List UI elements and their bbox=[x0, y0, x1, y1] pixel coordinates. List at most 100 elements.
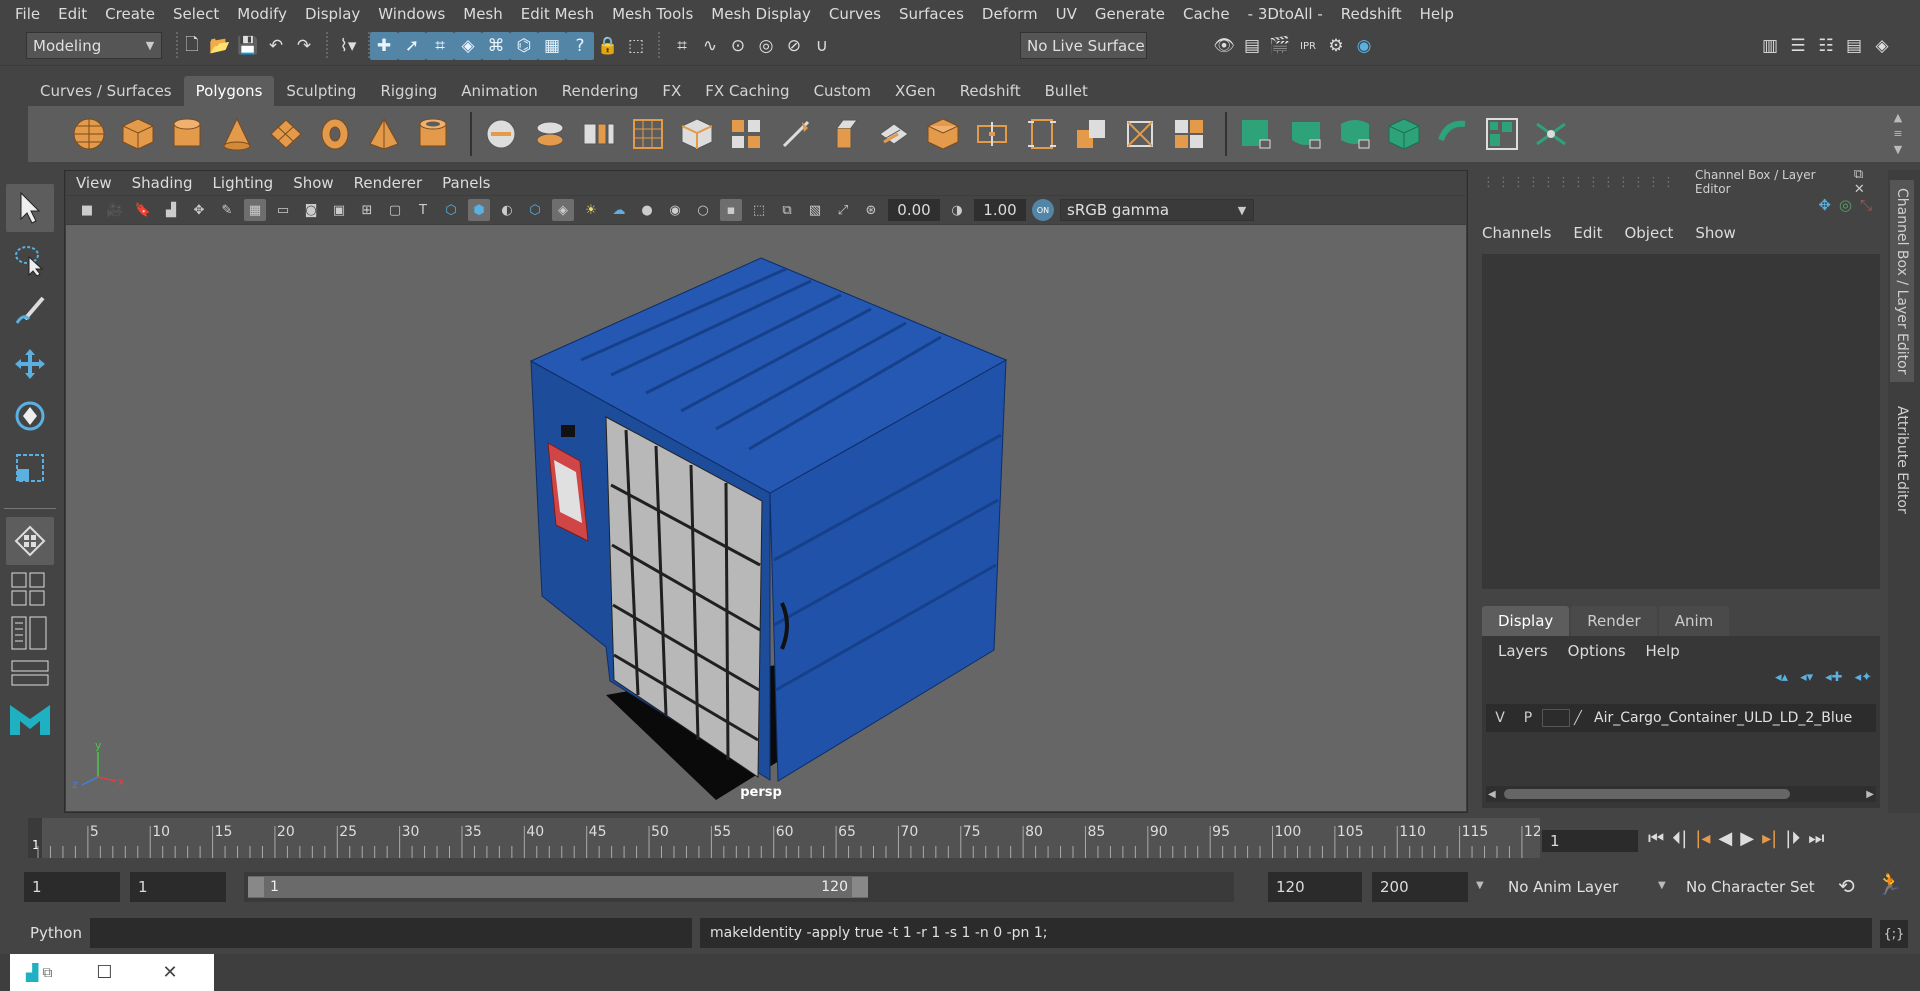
snap-grid-icon[interactable]: ⌗ bbox=[668, 32, 696, 60]
select-camera-icon[interactable]: ■ bbox=[76, 199, 98, 221]
poly-plane-icon[interactable] bbox=[265, 113, 307, 155]
highlight-selection-icon[interactable]: ⬚ bbox=[622, 32, 650, 60]
layer-color-swatch[interactable]: ╱ bbox=[1574, 711, 1594, 726]
separate-icon[interactable] bbox=[529, 113, 571, 155]
menu-edit[interactable]: Edit bbox=[49, 5, 96, 23]
current-frame-field[interactable]: 1 bbox=[1542, 830, 1638, 852]
layer-scrollbar[interactable]: ◀ ▶ bbox=[1486, 786, 1876, 802]
select-joints-icon[interactable]: ⌘ bbox=[482, 32, 510, 60]
layer-tab-display[interactable]: Display bbox=[1482, 606, 1570, 636]
scroll-left-icon[interactable]: ◀ bbox=[1488, 789, 1496, 800]
playback-start-field[interactable]: 1 bbox=[130, 872, 226, 902]
anim-layer-dropdown[interactable]: No Anim Layer bbox=[1502, 872, 1654, 902]
scale-tool[interactable] bbox=[6, 444, 54, 492]
undo-icon[interactable]: ↶ bbox=[262, 32, 290, 60]
resolution-gate-icon[interactable]: ◙ bbox=[300, 199, 322, 221]
snap-curve-icon[interactable]: ∿ bbox=[696, 32, 724, 60]
channel-box-menu-edit[interactable]: Edit bbox=[1573, 224, 1602, 242]
layer-menu-options[interactable]: Options bbox=[1568, 642, 1626, 660]
redo-icon[interactable]: ↷ bbox=[290, 32, 318, 60]
paint-select-tool[interactable] bbox=[6, 288, 54, 336]
color-space-dropdown[interactable]: sRGB gamma ▼ bbox=[1060, 199, 1254, 221]
merge-icon[interactable] bbox=[1070, 113, 1112, 155]
layer-playback-toggle[interactable]: P bbox=[1514, 710, 1542, 726]
last-tool-icon[interactable] bbox=[6, 517, 54, 565]
gamma-icon[interactable]: ◑ bbox=[946, 199, 968, 221]
save-scene-icon[interactable]: 💾 bbox=[234, 32, 262, 60]
combine-icon[interactable] bbox=[480, 113, 522, 155]
transform-axis-icon[interactable]: ✥ bbox=[1818, 196, 1831, 214]
shelf-tab-fx-caching[interactable]: FX Caching bbox=[693, 76, 801, 106]
time-slider[interactable]: 1 5 10 15 20 25 30 35 40 45 50 55 60 65 70 75 80 85 90 95 1… bbox=[28, 818, 1540, 858]
poly-cylinder-icon[interactable] bbox=[166, 113, 208, 155]
new-layer-icon[interactable]: ◂✚ bbox=[1825, 670, 1842, 685]
close-window-icon[interactable]: ✕ bbox=[162, 962, 177, 983]
exposure-field[interactable]: 0.00 bbox=[888, 199, 940, 221]
film-gate-icon[interactable]: ▭ bbox=[272, 199, 294, 221]
layer-menu-help[interactable]: Help bbox=[1646, 642, 1680, 660]
viewport-menu-panels[interactable]: Panels bbox=[442, 174, 490, 192]
target-weld-icon[interactable] bbox=[1119, 113, 1161, 155]
menu-uv[interactable]: UV bbox=[1047, 5, 1086, 23]
chevron-down-icon[interactable]: ▼ bbox=[1658, 880, 1666, 891]
menu-mesh[interactable]: Mesh bbox=[454, 5, 512, 23]
field-chart-icon[interactable]: ⊞ bbox=[356, 199, 378, 221]
automatic-map-icon[interactable] bbox=[1383, 113, 1425, 155]
smooth-icon[interactable] bbox=[627, 113, 669, 155]
render-settings-icon[interactable]: 👁 bbox=[1210, 32, 1238, 60]
magnet-icon[interactable]: ∪ bbox=[808, 32, 836, 60]
menu-display[interactable]: Display bbox=[296, 5, 369, 23]
snap-point-icon[interactable]: ⊙ bbox=[724, 32, 752, 60]
step-forward-key-icon[interactable]: |⏵ bbox=[1785, 828, 1800, 849]
poly-sphere-icon[interactable] bbox=[68, 113, 110, 155]
range-slider[interactable]: 1 120 bbox=[244, 872, 1234, 902]
insert-edge-loop-icon[interactable] bbox=[971, 113, 1013, 155]
channel-box-menu-object[interactable]: Object bbox=[1624, 224, 1673, 242]
screen-space-ao-icon[interactable]: ● bbox=[636, 199, 658, 221]
attribute-editor-toggle-icon[interactable]: ☰ bbox=[1784, 32, 1812, 60]
layer-visibility-toggle[interactable]: V bbox=[1486, 710, 1514, 726]
xray-active-icon[interactable]: ⤢ bbox=[832, 199, 854, 221]
new-layer-selected-icon[interactable]: ◂✦ bbox=[1855, 670, 1872, 685]
image-plane-icon[interactable]: ▟ bbox=[160, 199, 182, 221]
layer-menu-layers[interactable]: Layers bbox=[1498, 642, 1548, 660]
restore-window-icon[interactable]: ⧉ bbox=[42, 965, 52, 981]
menu-3dtoall[interactable]: - 3DtoAll - bbox=[1239, 5, 1332, 23]
uv-editor-icon[interactable] bbox=[1235, 113, 1277, 155]
multi-cut-icon[interactable] bbox=[775, 113, 817, 155]
shelf-tab-rigging[interactable]: Rigging bbox=[368, 76, 449, 106]
safe-title-icon[interactable]: T bbox=[412, 199, 434, 221]
select-hierarchy-icon[interactable]: ✚ bbox=[370, 32, 398, 60]
tool-settings-toggle-icon[interactable]: ☷ bbox=[1812, 32, 1840, 60]
persp-layout-icon[interactable] bbox=[6, 657, 54, 689]
move-layer-up-icon[interactable]: ◂▴ bbox=[1775, 670, 1788, 685]
range-end-handle[interactable] bbox=[852, 877, 868, 897]
offset-edge-loop-icon[interactable] bbox=[1021, 113, 1063, 155]
select-handle-icon[interactable]: ◈ bbox=[454, 32, 482, 60]
select-objects-icon[interactable]: ➚ bbox=[398, 32, 426, 60]
open-scene-icon[interactable]: 📂 bbox=[206, 32, 234, 60]
cylindrical-map-icon[interactable] bbox=[1334, 113, 1376, 155]
scale-channels-icon[interactable]: ⤡ bbox=[1860, 196, 1872, 214]
snap-view-plane-icon[interactable]: ◎ bbox=[752, 32, 780, 60]
auto-key-icon[interactable]: ⟲ bbox=[1838, 874, 1855, 898]
menu-redshift[interactable]: Redshift bbox=[1332, 5, 1411, 23]
gamma-field[interactable]: 1.00 bbox=[974, 199, 1026, 221]
shadows-icon[interactable]: ☁ bbox=[608, 199, 630, 221]
menu-mesh-display[interactable]: Mesh Display bbox=[702, 5, 820, 23]
menu-mesh-tools[interactable]: Mesh Tools bbox=[603, 5, 702, 23]
select-curves-icon[interactable]: ⌬ bbox=[510, 32, 538, 60]
modeling-toolkit-icon[interactable]: ▥ bbox=[1756, 32, 1784, 60]
move-tool[interactable] bbox=[6, 340, 54, 388]
menu-surfaces[interactable]: Surfaces bbox=[890, 5, 973, 23]
scroll-right-icon[interactable]: ▶ bbox=[1866, 789, 1874, 800]
select-help-icon[interactable]: ? bbox=[566, 32, 594, 60]
extract-icon[interactable] bbox=[578, 113, 620, 155]
script-language-toggle[interactable]: Python bbox=[30, 924, 82, 942]
range-slider-thumb[interactable]: 1 120 bbox=[248, 876, 868, 898]
render-current-icon[interactable]: 🎬 bbox=[1266, 32, 1294, 60]
range-start-handle[interactable] bbox=[248, 877, 264, 897]
poly-torus-icon[interactable] bbox=[314, 113, 356, 155]
viewport-menu-view[interactable]: View bbox=[76, 174, 112, 192]
exposure-icon[interactable]: ⊛ bbox=[860, 199, 882, 221]
